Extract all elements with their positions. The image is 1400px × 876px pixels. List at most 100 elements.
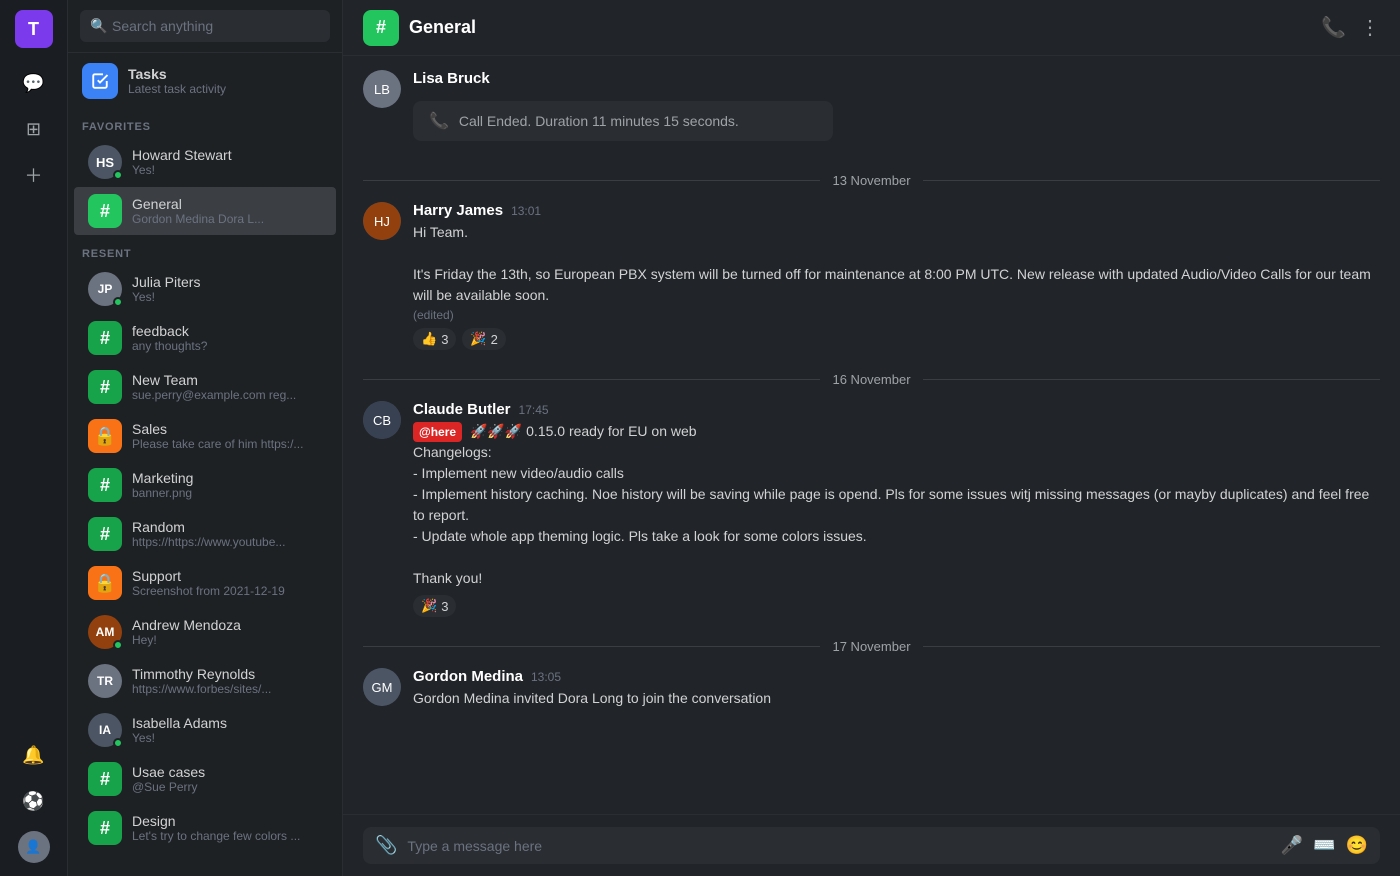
harry-james-message: HJ Harry James 13:01 Hi Team. It's Frida…	[363, 198, 1380, 354]
divider-line	[363, 379, 820, 380]
channel-name: New Team	[132, 372, 322, 388]
search-bar: 🔍	[68, 0, 342, 53]
andrew-mendoza-avatar: AM	[88, 615, 122, 649]
sidebar-content: Tasks Latest task activity FAVORITES HS …	[68, 53, 342, 876]
reaction-party[interactable]: 🎉 2	[462, 328, 505, 350]
user-profile-avatar: 👤	[18, 831, 50, 863]
chat-title: General	[409, 17, 476, 38]
icon-bar: T 💬 ⊞ ＋ 🔔 ⚽ 👤	[0, 0, 68, 876]
reaction-thumbsup[interactable]: 👍 3	[413, 328, 456, 350]
divider-line	[923, 180, 1380, 181]
messages-icon-btn[interactable]: 💬	[15, 64, 53, 102]
more-options-btn[interactable]: ⋮	[1360, 15, 1380, 40]
sidebar-item-howard-stewart[interactable]: HS Howard Stewart Yes!	[74, 138, 336, 186]
sidebar-item-timmothy-reynolds[interactable]: TR Timmothy Reynolds https://www.forbes/…	[74, 657, 336, 705]
channel-name: Usae cases	[132, 764, 322, 780]
sidebar-item-random[interactable]: # Random https://https://www.youtube...	[74, 510, 336, 558]
gordon-medina-text: Gordon Medina invited Dora Long to join …	[413, 688, 1380, 709]
tasks-subtitle: Latest task activity	[128, 82, 226, 96]
sidebar-item-julia-piters[interactable]: JP Julia Piters Yes!	[74, 265, 336, 313]
channel-name: Timmothy Reynolds	[132, 666, 322, 682]
feedback-avatar: #	[88, 321, 122, 355]
gordon-medina-time: 13:05	[531, 670, 561, 684]
howard-stewart-avatar: HS	[88, 145, 122, 179]
isabella-adams-avatar: IA	[88, 713, 122, 747]
keyboard-icon[interactable]: ⌨️	[1313, 835, 1335, 856]
plus-icon: ＋	[25, 162, 43, 188]
tasks-title: Tasks	[128, 66, 226, 82]
attachment-icon[interactable]: 📎	[375, 835, 397, 856]
reaction-party-2[interactable]: 🎉 3	[413, 595, 456, 617]
lisa-bruck-name: Lisa Bruck	[413, 70, 490, 87]
call-icon-btn[interactable]: 📞	[1321, 15, 1346, 40]
channel-name: Sales	[132, 421, 322, 437]
tasks-item[interactable]: Tasks Latest task activity	[68, 53, 342, 109]
channel-header-icon: #	[363, 10, 399, 46]
channel-preview: Yes!	[132, 290, 322, 304]
recent-label: RESENT	[68, 236, 342, 264]
gordon-medina-avatar: GM	[363, 668, 401, 706]
online-indicator	[113, 640, 123, 650]
channel-name: Andrew Mendoza	[132, 617, 322, 633]
claude-butler-reactions: 🎉 3	[413, 595, 1380, 617]
sidebar-item-feedback[interactable]: # feedback any thoughts?	[74, 314, 336, 362]
bell-icon-btn[interactable]: 🔔	[15, 736, 53, 774]
usae-cases-avatar: #	[88, 762, 122, 796]
reaction-count: 2	[491, 332, 498, 347]
microphone-icon[interactable]: 🎤	[1281, 835, 1303, 856]
gordon-medina-name: Gordon Medina	[413, 668, 523, 685]
harry-james-name: Harry James	[413, 202, 503, 219]
sidebar-item-isabella-adams[interactable]: IA Isabella Adams Yes!	[74, 706, 336, 754]
channel-preview: @Sue Perry	[132, 780, 322, 794]
date-divider-16nov: 16 November	[363, 372, 1380, 387]
add-icon-btn[interactable]: ＋	[15, 156, 53, 194]
date-divider-13nov: 13 November	[363, 173, 1380, 188]
call-ended-banner: 📞 Call Ended. Duration 11 minutes 15 sec…	[413, 101, 833, 141]
channel-preview: Let's try to change few colors ...	[132, 829, 322, 843]
favorites-label: FAVORITES	[68, 109, 342, 137]
date-label-17nov: 17 November	[832, 639, 910, 654]
online-indicator	[113, 297, 123, 307]
channel-preview: Gordon Medina Dora L...	[132, 212, 322, 226]
divider-line	[363, 646, 820, 647]
sidebar-item-support[interactable]: 🔒 Support Screenshot from 2021-12-19	[74, 559, 336, 607]
chat-header: # General 📞 ⋮	[343, 0, 1400, 56]
user-profile-icon-btn[interactable]: 👤	[15, 828, 53, 866]
soccer-icon: ⚽	[22, 791, 44, 812]
timmothy-reynolds-avatar: TR	[88, 664, 122, 698]
channel-preview: Yes!	[132, 163, 322, 177]
sidebar-item-general[interactable]: # General Gordon Medina Dora L...	[74, 187, 336, 235]
divider-line	[923, 379, 1380, 380]
sidebar-item-marketing[interactable]: # Marketing banner.png	[74, 461, 336, 509]
harry-james-text: Hi Team. It's Friday the 13th, so Europe…	[413, 222, 1380, 306]
emoji-icon[interactable]: 😊	[1346, 835, 1368, 856]
sidebar-item-design[interactable]: # Design Let's try to change few colors …	[74, 804, 336, 852]
channel-name: Design	[132, 813, 322, 829]
here-badge: @here	[413, 422, 462, 442]
channel-preview: Hey!	[132, 633, 322, 647]
sidebar-item-andrew-mendoza[interactable]: AM Andrew Mendoza Hey!	[74, 608, 336, 656]
sidebar-item-new-team[interactable]: # New Team sue.perry@example.com reg...	[74, 363, 336, 411]
channel-name: General	[132, 196, 322, 212]
grid-icon-btn[interactable]: ⊞	[15, 110, 53, 148]
channel-preview: banner.png	[132, 486, 322, 500]
chat-icon: 💬	[22, 73, 44, 94]
search-input[interactable]	[80, 10, 330, 42]
sidebar-item-sales[interactable]: 🔒 Sales Please take care of him https:/.…	[74, 412, 336, 460]
channel-preview: Please take care of him https:/...	[132, 437, 322, 451]
channel-preview: https://https://www.youtube...	[132, 535, 322, 549]
reaction-count: 3	[441, 332, 448, 347]
reaction-count: 3	[441, 599, 448, 614]
channel-name: Support	[132, 568, 322, 584]
harry-james-reactions: 👍 3 🎉 2	[413, 328, 1380, 350]
chat-header-actions: 📞 ⋮	[1321, 15, 1380, 40]
sidebar-item-usae-cases[interactable]: # Usae cases @Sue Perry	[74, 755, 336, 803]
message-input[interactable]	[407, 838, 1270, 854]
chat-header-left: # General	[363, 10, 476, 46]
random-avatar: #	[88, 517, 122, 551]
message-input-wrapper: 📎 🎤 ⌨️ 😊	[363, 827, 1380, 864]
soccer-icon-btn[interactable]: ⚽	[15, 782, 53, 820]
grid-icon: ⊞	[26, 119, 41, 140]
new-team-avatar: #	[88, 370, 122, 404]
user-avatar-button[interactable]: T	[15, 10, 53, 48]
